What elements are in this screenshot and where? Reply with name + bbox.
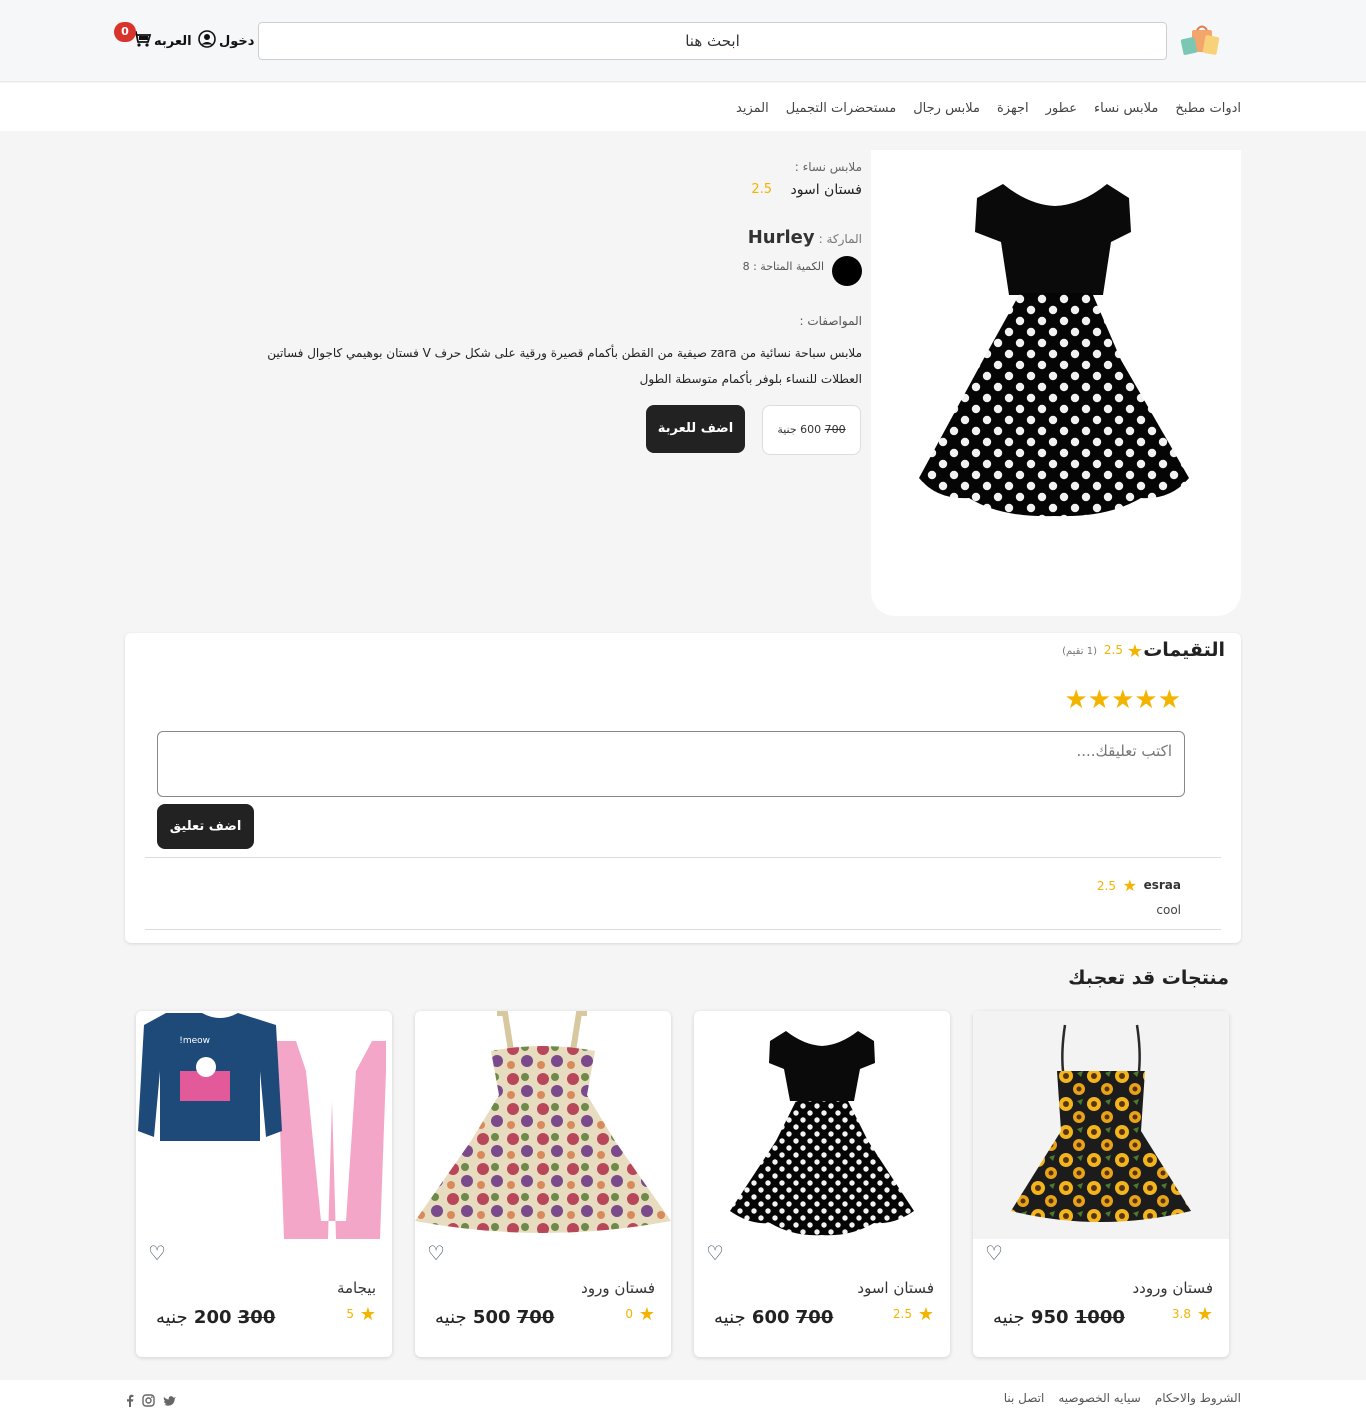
heart-icon[interactable]: ♡ <box>985 1241 1003 1265</box>
specs-label: المواصفات : <box>799 314 862 328</box>
divider <box>145 929 1221 930</box>
comment-text: cool <box>1156 903 1181 917</box>
product-card[interactable]: ♡ فستان اسود ★ 2.5 700 600 جنيه <box>694 1011 950 1357</box>
price-box: 700 600 جنية <box>762 405 861 455</box>
social-links <box>126 1392 177 1411</box>
reviews-section: التقيمات ★ 2.5 (1 تقيم) ★★★★★ اكتب تعليق… <box>125 633 1241 943</box>
product-card[interactable]: ♡ فستان ورود ★ 0 700 500 جنيه <box>415 1011 671 1357</box>
product-category: ملابس نساء : <box>794 160 862 174</box>
reviews-title: التقيمات <box>1143 639 1225 661</box>
product-card[interactable]: meow! ♡ بيجامة ★ 5 300 200 جنيه <box>136 1011 392 1357</box>
search-input[interactable]: ابحث هنا <box>258 22 1167 60</box>
new-price: 950 <box>1030 1307 1069 1328</box>
price-currency: جنيه <box>156 1307 188 1328</box>
instagram-icon[interactable] <box>142 1392 155 1411</box>
old-price: 1000 <box>1074 1307 1125 1328</box>
nav-item-kitchen[interactable]: ادوات مطبخ <box>1175 101 1241 116</box>
brand-row: الماركة : Hurley <box>748 227 862 248</box>
old-price: 700 <box>795 1307 834 1328</box>
product-image-card <box>871 150 1241 616</box>
rating-stars-input[interactable]: ★★★★★ <box>1064 685 1181 715</box>
nav-item-cosmetics[interactable]: مستحضرات التجميل <box>786 101 896 116</box>
product-card-rating: 0 <box>625 1307 633 1321</box>
add-comment-button[interactable]: اضف تعليق <box>157 804 254 849</box>
facebook-icon[interactable] <box>126 1392 134 1411</box>
footer-link-privacy[interactable]: سيايه الخصوصيه <box>1058 1391 1141 1405</box>
heart-icon[interactable]: ♡ <box>706 1241 724 1265</box>
product-card-price: 300 200 جنيه <box>156 1307 275 1328</box>
product-card-rating: 3.8 <box>1171 1307 1191 1321</box>
footer-link-contact[interactable]: اتصل بنا <box>1004 1391 1045 1405</box>
user-icon <box>198 30 216 52</box>
product-image <box>919 184 1189 517</box>
nav-item-devices[interactable]: اجهزة <box>997 101 1029 116</box>
nav-item-perfume[interactable]: عطور <box>1046 101 1077 116</box>
divider <box>145 857 1221 858</box>
nav-item-more[interactable]: المزيد <box>736 101 769 116</box>
new-price: 600 <box>751 1307 790 1328</box>
heart-icon[interactable]: ♡ <box>427 1241 445 1265</box>
price-currency: جنيه <box>435 1307 467 1328</box>
recommended-title: منتجات قد تعجبك <box>1068 967 1229 989</box>
svg-text:meow!: meow! <box>179 1036 210 1046</box>
top-header: ابحث هنا دخول العربه 0 <box>0 0 1366 82</box>
twitter-icon[interactable] <box>163 1392 177 1411</box>
login-button[interactable]: دخول <box>198 30 254 52</box>
reviews-count: (1 تقيم) <box>1062 646 1097 657</box>
color-swatch[interactable] <box>832 256 862 286</box>
footer: الشروط والاحكام سيايه الخصوصيه اتصل بنا <box>0 1380 1366 1412</box>
product-card-price: 700 600 جنيه <box>714 1307 833 1328</box>
new-price: 200 <box>193 1307 232 1328</box>
star-icon: ★ <box>1196 1304 1213 1325</box>
product-card-name: فستان اسود <box>857 1279 934 1297</box>
comment-textarea[interactable]: اكتب تعليقك.... <box>157 731 1185 797</box>
product-card-image <box>694 1011 950 1239</box>
product-card-rating: 5 <box>346 1307 354 1321</box>
cart-label: العربه <box>154 33 192 49</box>
product-title: فستان اسود <box>790 182 863 198</box>
price-currency: جنية <box>777 423 797 436</box>
new-price: 500 <box>472 1307 511 1328</box>
brand-value: Hurley <box>747 227 815 248</box>
product-card-price: 700 500 جنيه <box>435 1307 554 1328</box>
star-icon: ★ <box>638 1304 655 1325</box>
star-icon: ★ <box>1126 641 1143 662</box>
product-card-image: meow! <box>136 1011 392 1239</box>
product-card-name: فستان ورود <box>581 1279 655 1297</box>
new-price: 600 <box>800 423 822 436</box>
price-currency: جنيه <box>993 1307 1025 1328</box>
old-price: 700 <box>516 1307 555 1328</box>
category-nav: ادوات مطبخ ملابس نساء عطور اجهزة ملابس ر… <box>0 83 1366 131</box>
add-to-cart-button[interactable]: اضف للعربة <box>646 405 745 453</box>
footer-link-terms[interactable]: الشروط والاحكام <box>1155 1391 1241 1405</box>
nav-item-women[interactable]: ملابس نساء <box>1094 101 1158 116</box>
login-label: دخول <box>219 33 255 49</box>
comment-user: esraa <box>1143 878 1181 892</box>
star-icon: ★ <box>359 1304 376 1325</box>
price-currency: جنيه <box>714 1307 746 1328</box>
star-icon: ★ <box>1122 876 1137 895</box>
product-card[interactable]: ♡ فستان ورودد ★ 3.8 1000 950 جنيه <box>973 1011 1229 1357</box>
product-card-image <box>415 1011 671 1239</box>
old-price: 300 <box>237 1307 276 1328</box>
product-rating: 2.5 <box>751 182 772 197</box>
reviews-average: 2.5 <box>1103 643 1123 657</box>
product-card-name: فستان ورودد <box>1132 1279 1213 1297</box>
old-price: 700 <box>824 423 846 436</box>
comment-rating: 2.5 <box>1096 879 1116 893</box>
nav-item-men[interactable]: ملابس رجال <box>913 101 980 116</box>
cart-button[interactable]: العربه <box>132 30 192 52</box>
quantity-available: الكمية المتاحة : 8 <box>742 260 824 273</box>
product-card-rating: 2.5 <box>892 1307 912 1321</box>
heart-icon[interactable]: ♡ <box>148 1241 166 1265</box>
cart-count-badge: 0 <box>114 22 136 42</box>
product-card-price: 1000 950 جنيه <box>993 1307 1125 1328</box>
product-card-name: بيجامة <box>336 1279 376 1297</box>
product-card-image <box>973 1011 1229 1239</box>
shop-logo[interactable] <box>1178 24 1222 58</box>
star-icon: ★ <box>917 1304 934 1325</box>
specs-text: ملابس سباحة نسائية من zara صيفية من القط… <box>267 346 862 386</box>
brand-label: الماركة : <box>818 232 862 246</box>
